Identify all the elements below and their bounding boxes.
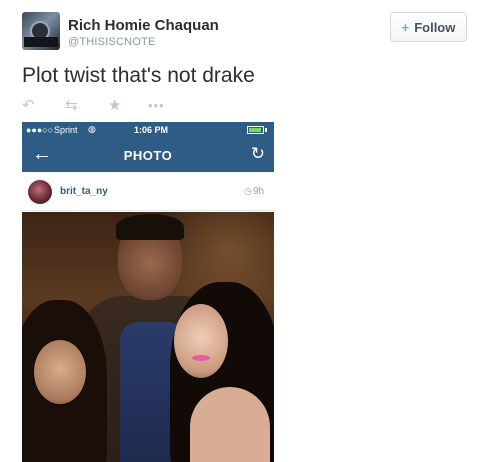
divider — [22, 210, 274, 211]
battery-icon — [247, 126, 264, 134]
reply-icon[interactable]: ↶ — [22, 97, 35, 115]
post-avatar — [28, 180, 52, 204]
follow-button-label: Follow — [414, 19, 456, 35]
phone-status-bar: ●●●○○ Sprint ◍ 1:06 PM — [22, 122, 274, 139]
profile-avatar[interactable] — [22, 12, 60, 50]
star-icon[interactable]: ★ — [108, 97, 121, 115]
tweet-text: Plot twist that's not drake — [22, 64, 255, 87]
retweet-icon[interactable]: ⇆ — [65, 97, 78, 115]
signal-strength-icon: ●●●○○ — [26, 125, 54, 135]
follow-button[interactable]: + Follow — [390, 12, 467, 42]
avatar-detail — [24, 37, 58, 47]
post-photo — [22, 212, 274, 462]
post-username: brit_ta_ny — [60, 186, 108, 197]
wifi-icon: ◍ — [88, 124, 96, 134]
embedded-screenshot[interactable]: ●●●○○ Sprint ◍ 1:06 PM ← PHOTO ↻ brit_ta… — [22, 122, 274, 462]
phone-nav-bar: ← PHOTO ↻ — [22, 139, 274, 172]
battery-tip — [265, 128, 267, 132]
status-time: 1:06 PM — [134, 125, 169, 135]
clock-icon: ◷ — [244, 186, 252, 196]
post-time: 9h — [253, 186, 265, 197]
user-handle[interactable]: @THISISCNOTE — [68, 36, 156, 48]
display-name[interactable]: Rich Homie Chaquan — [68, 17, 219, 34]
more-icon[interactable]: ••• — [148, 97, 165, 115]
add-user-icon: + — [401, 19, 410, 35]
nav-title: PHOTO — [123, 148, 173, 163]
refresh-icon: ↻ — [250, 144, 265, 163]
carrier-label: Sprint — [54, 125, 78, 135]
